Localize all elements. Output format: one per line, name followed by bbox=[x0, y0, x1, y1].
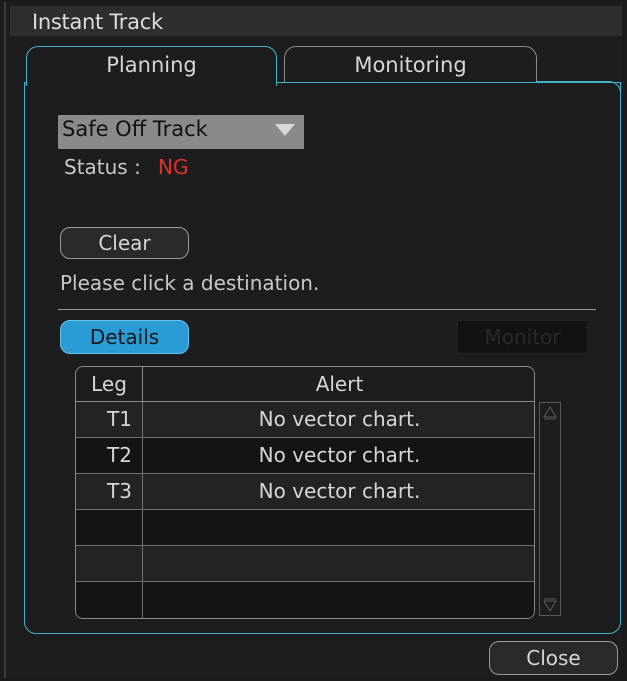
destination-hint: Please click a destination. bbox=[60, 271, 320, 295]
leg-cell: T2 bbox=[76, 438, 143, 473]
leg-cell: T1 bbox=[76, 402, 143, 437]
monitor-button[interactable]: Monitor bbox=[457, 320, 588, 354]
scroll-down-icon[interactable] bbox=[542, 597, 558, 613]
title-bar: Instant Track bbox=[10, 6, 622, 36]
status-label: Status : bbox=[64, 155, 141, 179]
table-row[interactable]: T3 No vector chart. bbox=[76, 474, 534, 510]
table-row[interactable] bbox=[76, 582, 534, 618]
leg-cell bbox=[76, 582, 143, 618]
alert-cell: No vector chart. bbox=[258, 479, 421, 503]
panel-top-border bbox=[536, 81, 621, 95]
column-header-alert: Alert bbox=[143, 367, 534, 402]
scroll-up-icon[interactable] bbox=[542, 405, 558, 421]
alert-cell: No vector chart. bbox=[258, 443, 421, 467]
alert-cell: No vector chart. bbox=[258, 407, 421, 431]
close-button[interactable]: Close bbox=[489, 641, 618, 675]
window-title: Instant Track bbox=[32, 10, 163, 34]
table-row[interactable] bbox=[76, 510, 534, 546]
dropdown-arrow-icon[interactable] bbox=[273, 122, 297, 138]
details-button[interactable]: Details bbox=[60, 320, 189, 354]
divider bbox=[58, 309, 596, 310]
alert-cell bbox=[143, 582, 534, 618]
leg-cell bbox=[76, 510, 143, 545]
select-value: Safe Off Track bbox=[62, 117, 208, 141]
alert-cell bbox=[143, 510, 534, 545]
table-row[interactable] bbox=[76, 546, 534, 582]
tab-planning[interactable]: Planning bbox=[26, 46, 277, 86]
table-row[interactable]: T2 No vector chart. bbox=[76, 438, 534, 474]
safe-off-track-select[interactable]: Safe Off Track bbox=[58, 115, 304, 149]
status-value: NG bbox=[158, 155, 189, 179]
tab-monitoring[interactable]: Monitoring bbox=[284, 46, 537, 82]
table-scrollbar[interactable] bbox=[539, 402, 561, 616]
alert-cell bbox=[143, 546, 534, 581]
alert-table: Leg Alert T1 No vector chart. T2 No vect… bbox=[75, 366, 535, 619]
leg-cell: T3 bbox=[76, 474, 143, 509]
column-header-leg: Leg bbox=[76, 367, 143, 402]
clear-button[interactable]: Clear bbox=[60, 227, 189, 259]
table-row[interactable]: T1 No vector chart. bbox=[76, 402, 534, 438]
leg-cell bbox=[76, 546, 143, 581]
